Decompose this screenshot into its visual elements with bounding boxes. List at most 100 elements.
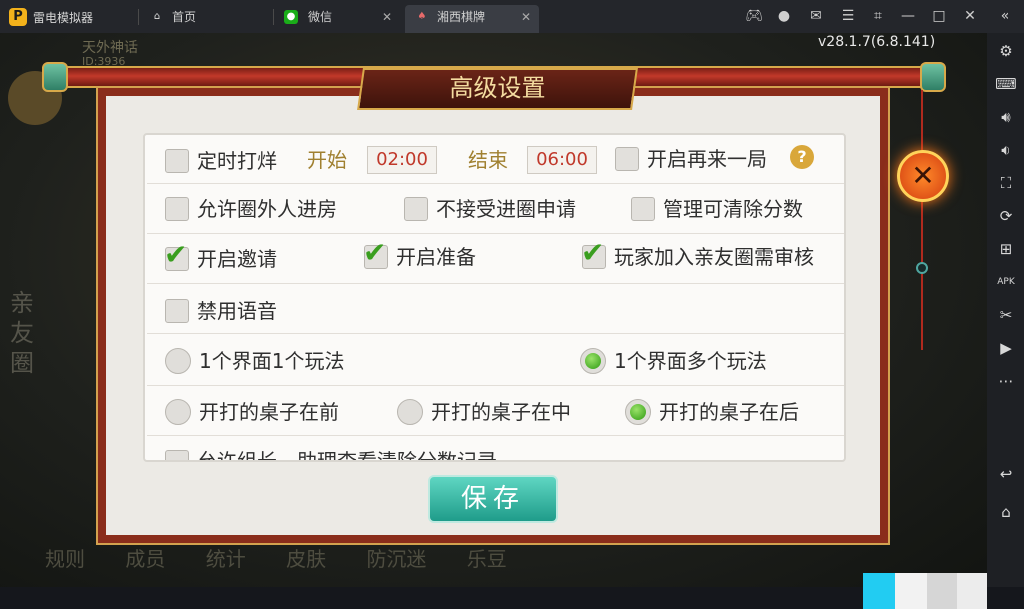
multi-mode-radio[interactable] xyxy=(580,348,606,374)
bottom-nav: 规则 成员 统计 皮肤 防沉迷 乐豆 xyxy=(45,543,541,572)
replay-label: 开启再来一局 xyxy=(647,147,767,171)
player-name: 天外神话 xyxy=(82,40,138,56)
tab-close-icon[interactable]: ✕ xyxy=(382,5,392,29)
menu-icon[interactable]: ☰ xyxy=(838,6,858,26)
reject-join-label: 不接受进圈申请 xyxy=(436,197,576,221)
nav-rules[interactable]: 规则 xyxy=(45,547,85,571)
disable-voice-checkbox[interactable] xyxy=(165,299,189,323)
nav-members[interactable]: 成员 xyxy=(125,547,165,571)
admin-clear-checkbox[interactable] xyxy=(631,197,655,221)
emulator-sidebar: ⚙ ⌨ 🔊︎ 🔉︎ ⛶ ⟳ ⊞ APK ✂ ▶ ⋯ ↩ ⌂ xyxy=(987,33,1024,587)
close-dialog-button[interactable]: ✕ xyxy=(897,150,949,202)
close-window-icon[interactable]: ✕ xyxy=(960,6,980,26)
corner-block xyxy=(957,573,987,609)
allow-outsiders-checkbox[interactable] xyxy=(165,197,189,221)
scroll-cord-knot xyxy=(916,262,928,274)
radio-selected-dot xyxy=(630,404,646,420)
volume-up-icon[interactable]: 🔊︎ xyxy=(995,106,1017,128)
fullscreen-icon[interactable]: ⛶ xyxy=(995,172,1017,194)
tab-game[interactable]: ♠ 湘西棋牌 ✕ xyxy=(405,5,539,33)
corner-block xyxy=(895,573,927,609)
row-divider xyxy=(147,333,844,334)
tab-wechat-label: 微信 xyxy=(308,10,333,24)
mail-icon[interactable]: ✉ xyxy=(806,6,826,26)
keyboard-icon[interactable]: ⌨ xyxy=(995,73,1017,95)
nav-stats[interactable]: 统计 xyxy=(206,547,246,571)
row-divider xyxy=(147,385,844,386)
admin-clear-label: 管理可清除分数 xyxy=(663,197,803,221)
emulator-titlebar: P 雷电模拟器 ⌂ 首页 ● 微信 ✕ ♠ 湘西棋牌 ✕ 🎮︎ ● ✉ ☰ ⌗ … xyxy=(0,0,1024,33)
emulator-logo-icon: P xyxy=(9,8,27,26)
help-icon[interactable]: ? xyxy=(790,145,814,169)
row-divider xyxy=(147,435,844,436)
dialog-title: 高级设置 xyxy=(449,74,546,102)
gamepad-icon[interactable]: 🎮︎ xyxy=(744,6,764,26)
pin-icon[interactable]: ⌗ xyxy=(868,6,888,26)
tab-home-label: 首页 xyxy=(172,10,197,24)
enable-ready-label: 开启准备 xyxy=(396,245,476,269)
allow-outsiders-label: 允许圈外人进房 xyxy=(197,197,337,221)
radio-selected-dot xyxy=(585,353,601,369)
apk-install-icon[interactable]: APK xyxy=(995,271,1017,293)
scroll-rod-end xyxy=(42,62,68,92)
collapse-sidebar-icon[interactable]: « xyxy=(995,6,1015,26)
multi-instance-icon[interactable]: ⊞ xyxy=(995,238,1017,260)
minimize-icon[interactable]: — xyxy=(898,6,918,26)
row-divider xyxy=(147,283,844,284)
enable-invite-label: 开启邀请 xyxy=(197,247,277,271)
end-time-input[interactable]: 06:00 xyxy=(527,146,597,174)
scroll-rod-end xyxy=(920,62,946,92)
corner-block xyxy=(927,573,957,609)
tables-front-label: 开打的桌子在前 xyxy=(199,400,339,424)
start-time-label: 开始 xyxy=(307,148,347,172)
back-icon[interactable]: ↩ xyxy=(995,463,1017,485)
checkmark-icon: ✔ xyxy=(363,236,387,269)
start-time-input[interactable]: 02:00 xyxy=(367,146,437,174)
record-video-icon[interactable]: ▶ xyxy=(995,337,1017,359)
enable-ready-checkbox[interactable]: ✔ xyxy=(363,238,388,269)
more-icon[interactable]: ⋯ xyxy=(995,370,1017,392)
screenshot-scissors-icon[interactable]: ✂ xyxy=(995,304,1017,326)
save-button[interactable]: 保存 xyxy=(428,475,558,523)
enable-invite-checkbox[interactable]: ✔ xyxy=(164,240,189,271)
tables-back-radio[interactable] xyxy=(625,399,651,425)
settings-icon[interactable]: ⚙ xyxy=(995,40,1017,62)
home-nav-icon[interactable]: ⌂ xyxy=(995,501,1017,523)
tables-middle-label: 开打的桌子在中 xyxy=(431,400,571,424)
tab-close-icon[interactable]: ✕ xyxy=(521,5,531,29)
row-divider xyxy=(147,233,844,234)
maximize-icon[interactable]: □ xyxy=(929,6,949,26)
tab-wechat[interactable]: ● 微信 ✕ xyxy=(276,5,400,33)
tab-divider xyxy=(138,9,139,25)
nav-anti-addiction[interactable]: 防沉迷 xyxy=(366,547,426,571)
nav-skins[interactable]: 皮肤 xyxy=(286,547,326,571)
multi-mode-label: 1个界面多个玩法 xyxy=(614,349,767,373)
emulator-app-name: 雷电模拟器 xyxy=(33,11,94,25)
tables-back-label: 开打的桌子在后 xyxy=(659,400,799,424)
friend-circle-side-label[interactable]: 亲友圈 xyxy=(10,288,40,378)
version-label: v28.1.7(6.8.141) xyxy=(818,34,936,50)
join-review-checkbox[interactable]: ✔ xyxy=(581,238,606,269)
home-icon: ⌂ xyxy=(153,11,161,22)
volume-down-icon[interactable]: 🔉︎ xyxy=(995,139,1017,161)
one-mode-label: 1个界面1个玩法 xyxy=(199,349,345,373)
reject-join-checkbox[interactable] xyxy=(404,197,428,221)
tables-front-radio[interactable] xyxy=(165,399,191,425)
partial-row-checkbox[interactable] xyxy=(165,450,189,460)
tab-home[interactable]: ⌂ 首页 xyxy=(140,5,270,33)
end-time-label: 结束 xyxy=(468,148,508,172)
one-mode-radio[interactable] xyxy=(165,348,191,374)
scroll-cord xyxy=(921,90,923,350)
tab-game-label: 湘西棋牌 xyxy=(437,10,486,24)
checkmark-icon: ✔ xyxy=(581,236,605,269)
account-icon[interactable]: ● xyxy=(774,6,794,26)
game-app-icon: ♠ xyxy=(417,11,427,22)
corner-block xyxy=(863,573,895,609)
timed-close-checkbox[interactable] xyxy=(165,149,189,173)
tables-middle-radio[interactable] xyxy=(397,399,423,425)
settings-panel[interactable]: 定时打烊 开始 02:00 结束 06:00 开启再来一局 允许圈外人进房 不接… xyxy=(143,133,846,462)
nav-beans[interactable]: 乐豆 xyxy=(467,547,507,571)
rotate-icon[interactable]: ⟳ xyxy=(995,205,1017,227)
timed-close-label: 定时打烊 xyxy=(197,149,277,173)
replay-checkbox[interactable] xyxy=(615,147,639,171)
